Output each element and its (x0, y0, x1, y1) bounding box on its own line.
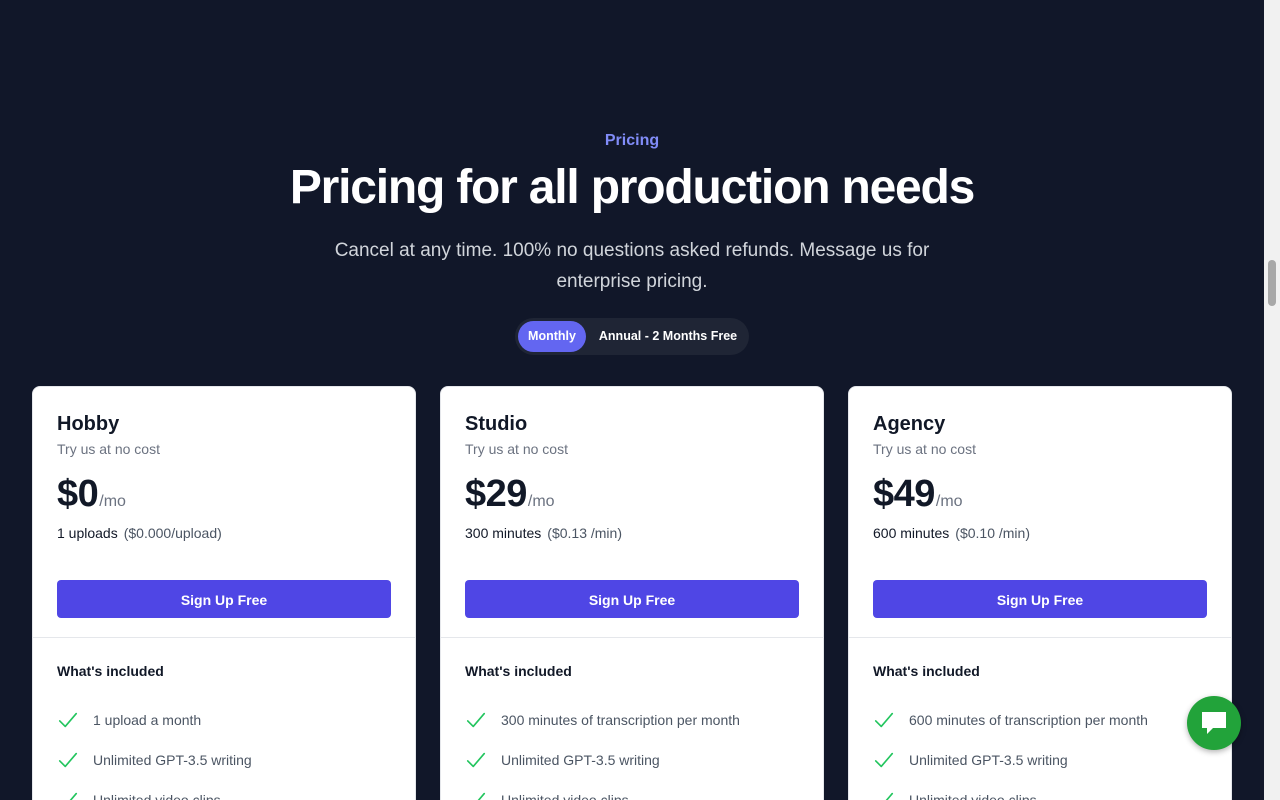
feature-text: 300 minutes of transcription per month (501, 712, 740, 728)
included-heading: What's included (465, 663, 572, 679)
plan-period: /mo (935, 493, 963, 510)
sign-up-button[interactable]: Sign Up Free (57, 580, 391, 618)
feature-text: Unlimited GPT-3.5 writing (93, 752, 252, 768)
plan-usage: 600 minutes ($0.10 /min) (873, 524, 1207, 542)
plan-price: $29 (465, 473, 527, 515)
check-icon (874, 752, 894, 768)
check-icon (885, 792, 894, 800)
feature-item: 1 upload a month (57, 700, 391, 740)
feature-item: Unlimited GPT-3.5 writing (465, 740, 799, 780)
check-icon (466, 712, 486, 728)
plan-card-agency: Agency Try us at no cost $49 /mo 600 min… (848, 386, 1232, 800)
feature-text: Unlimited GPT-3.5 writing (501, 752, 660, 768)
toggle-annual[interactable]: Annual - 2 Months Free (593, 321, 743, 352)
toggle-monthly[interactable]: Monthly (518, 321, 586, 352)
plan-usage: 1 uploads ($0.000/upload) (57, 524, 391, 542)
plan-price: $49 (873, 473, 935, 515)
check-icon (58, 712, 78, 728)
section-eyebrow: Pricing (604, 132, 660, 149)
check-icon (58, 752, 78, 768)
chat-launcher-button[interactable] (1187, 696, 1241, 750)
feature-item: 300 minutes of transcription per month (465, 700, 799, 740)
page-title: Pricing for all production needs (289, 161, 976, 214)
price-row: $49 /mo (873, 472, 1207, 516)
page-subtitle: Cancel at any time. 100% no questions as… (334, 240, 930, 292)
chat-bubble-icon (1202, 712, 1226, 734)
plan-description: Try us at no cost (465, 441, 568, 457)
plan-card-hobby: Hobby Try us at no cost $0 /mo 1 uploads… (32, 386, 416, 800)
check-icon (69, 792, 78, 800)
plan-name: Hobby (57, 413, 120, 435)
price-row: $29 /mo (465, 472, 799, 516)
included-heading: What's included (873, 663, 980, 679)
pricing-page: Pricing Pricing for all production needs… (0, 0, 1280, 800)
feature-text: 1 upload a month (93, 712, 202, 728)
usage-amount: 300 minutes (465, 525, 542, 541)
feature-text: Unlimited GPT-3.5 writing (909, 752, 1068, 768)
plan-description: Try us at no cost (57, 441, 160, 457)
feature-item: Unlimited GPT-3.5 writing (57, 740, 391, 780)
feature-list: 1 upload a month Unlimited GPT-3.5 writi… (57, 700, 391, 800)
feature-item: Unlimited video clips (873, 780, 1207, 800)
check-icon (466, 752, 486, 768)
sign-up-button[interactable]: Sign Up Free (465, 580, 799, 618)
feature-text: 600 minutes of transcription per month (909, 712, 1148, 728)
usage-amount: 600 minutes (873, 525, 950, 541)
feature-text: Unlimited video clips (501, 792, 629, 800)
plan-usage: 300 minutes ($0.13 /min) (465, 524, 799, 542)
usage-amount: 1 uploads (57, 525, 118, 541)
page-scrollbar[interactable] (1264, 0, 1280, 800)
plan-price: $0 (57, 473, 99, 515)
usage-rate: ($0.000/upload) (123, 525, 222, 541)
included-heading: What's included (57, 663, 164, 679)
scrollbar-thumb[interactable] (1268, 260, 1276, 306)
plan-card-studio: Studio Try us at no cost $29 /mo 300 min… (440, 386, 824, 800)
feature-list: 600 minutes of transcription per month U… (873, 700, 1207, 800)
check-icon (874, 712, 894, 728)
plan-name: Studio (465, 413, 528, 435)
feature-text: Unlimited video clips (93, 792, 221, 800)
plan-description: Try us at no cost (873, 441, 976, 457)
plan-period: /mo (99, 493, 126, 510)
usage-rate: ($0.13 /min) (547, 525, 622, 541)
check-icon (477, 792, 486, 800)
price-row: $0 /mo (57, 472, 391, 516)
billing-toggle: Monthly Annual - 2 Months Free (515, 318, 749, 355)
plan-name: Agency (873, 413, 946, 435)
feature-list: 300 minutes of transcription per month U… (465, 700, 799, 800)
feature-text: Unlimited video clips (909, 792, 1037, 800)
feature-item: Unlimited GPT-3.5 writing (873, 740, 1207, 780)
feature-item: 600 minutes of transcription per month (873, 700, 1207, 740)
usage-rate: ($0.10 /min) (955, 525, 1030, 541)
sign-up-button[interactable]: Sign Up Free (873, 580, 1207, 618)
feature-item: Unlimited video clips (465, 780, 799, 800)
feature-item: Unlimited video clips (57, 780, 391, 800)
plan-period: /mo (527, 493, 555, 510)
